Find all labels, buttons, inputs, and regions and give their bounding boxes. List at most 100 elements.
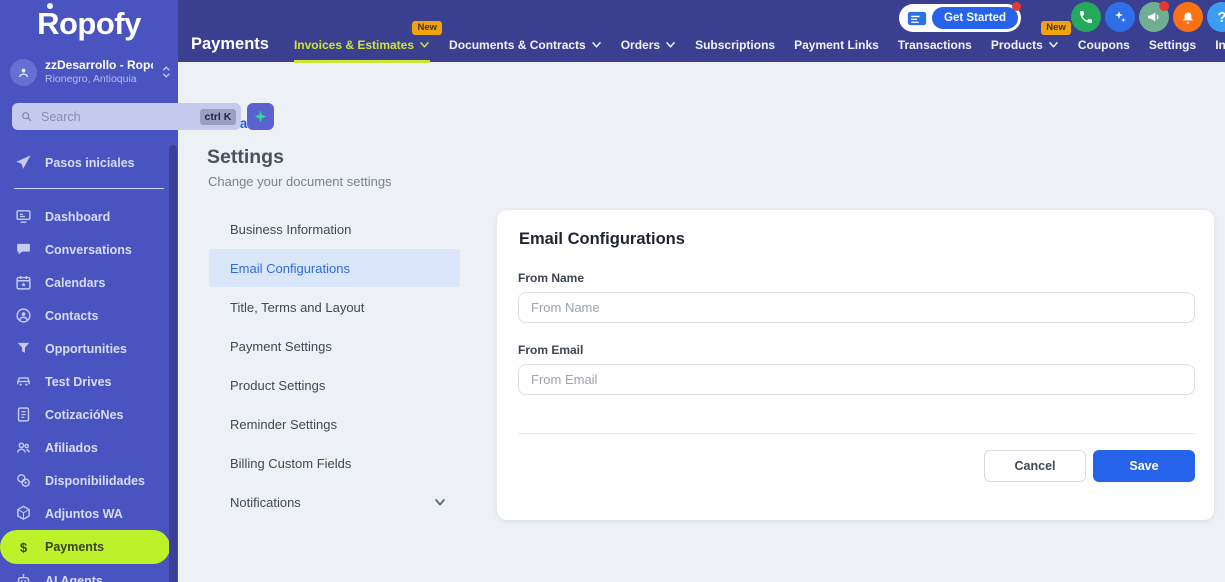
main-content: Back Settings Change your document setti… — [178, 62, 1225, 582]
spark-icon — [253, 109, 268, 124]
chevrons-updown-icon — [161, 63, 172, 81]
coins-icon — [15, 472, 32, 489]
dashboard-icon — [15, 208, 32, 225]
sidebar-item-label: Payments — [45, 540, 105, 554]
sidebar-divider — [14, 188, 164, 189]
from-name-field: From Name — [518, 271, 1195, 323]
phone-button[interactable] — [1071, 2, 1101, 32]
help-button[interactable]: ? — [1207, 2, 1225, 32]
avatar — [10, 58, 37, 86]
quote-icon — [15, 406, 32, 423]
card-divider — [518, 433, 1195, 434]
notifications-button[interactable] — [1173, 2, 1203, 32]
rocket-icon — [15, 154, 32, 171]
menu-item-label: Payment Settings — [230, 338, 332, 354]
card-icon — [907, 11, 927, 26]
get-started-widget[interactable]: Get Started — [899, 2, 1021, 32]
sidebar-item-label: Disponibilidades — [45, 473, 146, 488]
sidebar-item-label: Adjuntos WA — [45, 506, 123, 521]
sidebar: Ropofy zzDesarrollo - Ropofy Rionegro, A… — [0, 0, 275, 582]
sidebar-item-conversations[interactable]: Conversations — [0, 233, 178, 266]
nav-settings[interactable]: Settings — [1149, 38, 1196, 52]
menu-reminder-settings[interactable]: Reminder Settings — [209, 405, 460, 443]
dollar-icon: $ — [15, 539, 32, 556]
menu-email-configurations[interactable]: Email Configurations — [209, 249, 460, 287]
nav-invoices-estimates[interactable]: Invoices & Estimates New — [293, 21, 443, 63]
nav-documents-contracts[interactable]: Documents & Contracts — [449, 38, 602, 52]
menu-title-terms-layout[interactable]: Title, Terms and Layout — [209, 288, 460, 326]
sidebar-scrollbar[interactable] — [169, 145, 177, 582]
sidebar-item-calendars[interactable]: Calendars — [0, 266, 178, 299]
sidebar-item-cotizaciones[interactable]: CotizacióNes — [0, 398, 178, 431]
menu-item-label: Title, Terms and Layout — [230, 299, 365, 315]
sidebar-item-ai-agents[interactable]: AI Agents — [0, 564, 178, 582]
nav-integrations[interactable]: Integrations — [1215, 38, 1225, 52]
menu-notifications[interactable]: Notifications — [209, 483, 460, 521]
nav-item-label: Coupons — [1077, 38, 1130, 52]
menu-billing-custom-fields[interactable]: Billing Custom Fields — [209, 444, 460, 482]
sparkles-icon — [1112, 9, 1128, 25]
sidebar-item-disponibilidades[interactable]: Disponibilidades — [0, 464, 178, 497]
nav-item-label: Orders — [620, 38, 661, 52]
new-badge: New — [1041, 21, 1071, 36]
sidebar-item-label: CotizacióNes — [45, 407, 124, 422]
nav-orders[interactable]: Orders — [621, 38, 676, 52]
quick-actions-button[interactable] — [247, 103, 275, 130]
megaphone-icon — [1146, 9, 1162, 25]
announcements-button[interactable] — [1139, 1, 1169, 32]
cube-icon — [15, 505, 32, 522]
sidebar-item-label: Conversations — [45, 242, 132, 257]
sidebar-item-contacts[interactable]: Contacts — [0, 299, 178, 332]
sidebar-item-opportunities[interactable]: Opportunities — [0, 332, 178, 365]
menu-item-label: Notifications — [230, 494, 301, 510]
nav-products[interactable]: Products New — [991, 21, 1071, 52]
nav-subscriptions[interactable]: Subscriptions — [695, 38, 775, 52]
menu-product-settings[interactable]: Product Settings — [209, 366, 460, 404]
field-label: From Email — [518, 343, 584, 357]
search-icon — [20, 110, 33, 123]
text-input[interactable] — [518, 364, 1195, 395]
chevron-down-icon — [1048, 41, 1059, 49]
sidebar-nav: Pasos iniciales Dashboard Conversations — [0, 146, 178, 582]
menu-business-information[interactable]: Business Information — [209, 210, 460, 248]
logo-dot — [47, 3, 53, 9]
save-button[interactable]: Save — [1093, 450, 1195, 482]
rewards-button[interactable] — [1105, 2, 1135, 32]
menu-item-label: Billing Custom Fields — [230, 455, 352, 471]
sidebar-item-label: AI Agents — [45, 573, 103, 582]
account-switcher[interactable]: zzDesarrollo - Ropofy Rionegro, Antioqui… — [10, 58, 172, 86]
account-name: zzDesarrollo - Ropofy — [45, 58, 153, 72]
text-input[interactable] — [518, 292, 1195, 323]
top-nav-items: Payments Invoices & Estimates New Docume… — [191, 21, 1225, 63]
search-box[interactable]: ctrl K — [12, 103, 242, 130]
page-title: Settings — [207, 146, 284, 168]
notification-dot — [1012, 2, 1021, 11]
sidebar-item-dashboard[interactable]: Dashboard — [0, 200, 178, 233]
menu-payment-settings[interactable]: Payment Settings — [209, 327, 460, 365]
shortcut-badge: ctrl K — [199, 108, 237, 125]
users-icon — [15, 439, 32, 456]
sidebar-item-pasos-iniciales[interactable]: Pasos iniciales — [0, 146, 178, 179]
nav-item-label: Payment Links — [794, 38, 879, 52]
chevron-down-icon — [434, 498, 446, 507]
search-input[interactable] — [39, 108, 194, 125]
contact-icon — [15, 307, 32, 324]
sidebar-item-test-drives[interactable]: Test Drives — [0, 365, 178, 398]
menu-item-label: Reminder Settings — [230, 416, 337, 432]
sidebar-item-adjuntos-wa[interactable]: Adjuntos WA — [0, 497, 178, 530]
get-started-button[interactable]: Get Started — [932, 7, 1018, 29]
nav-transactions[interactable]: Transactions — [898, 38, 972, 52]
nav-payment-links[interactable]: Payment Links — [794, 38, 879, 52]
sidebar-item-label: Pasos iniciales — [45, 155, 135, 170]
funnel-icon — [15, 340, 32, 357]
sidebar-item-payments[interactable]: $ Payments — [0, 530, 170, 564]
cancel-button[interactable]: Cancel — [984, 450, 1086, 482]
nav-coupons[interactable]: Coupons — [1078, 38, 1130, 52]
robot-icon — [15, 572, 32, 582]
calendar-icon — [15, 274, 32, 291]
nav-item-label: Settings — [1148, 38, 1197, 52]
nav-item-label: Subscriptions — [695, 38, 776, 52]
phone-icon — [1078, 9, 1094, 25]
sidebar-item-afiliados[interactable]: Afiliados — [0, 431, 178, 464]
sidebar-item-label: Calendars — [45, 275, 106, 290]
